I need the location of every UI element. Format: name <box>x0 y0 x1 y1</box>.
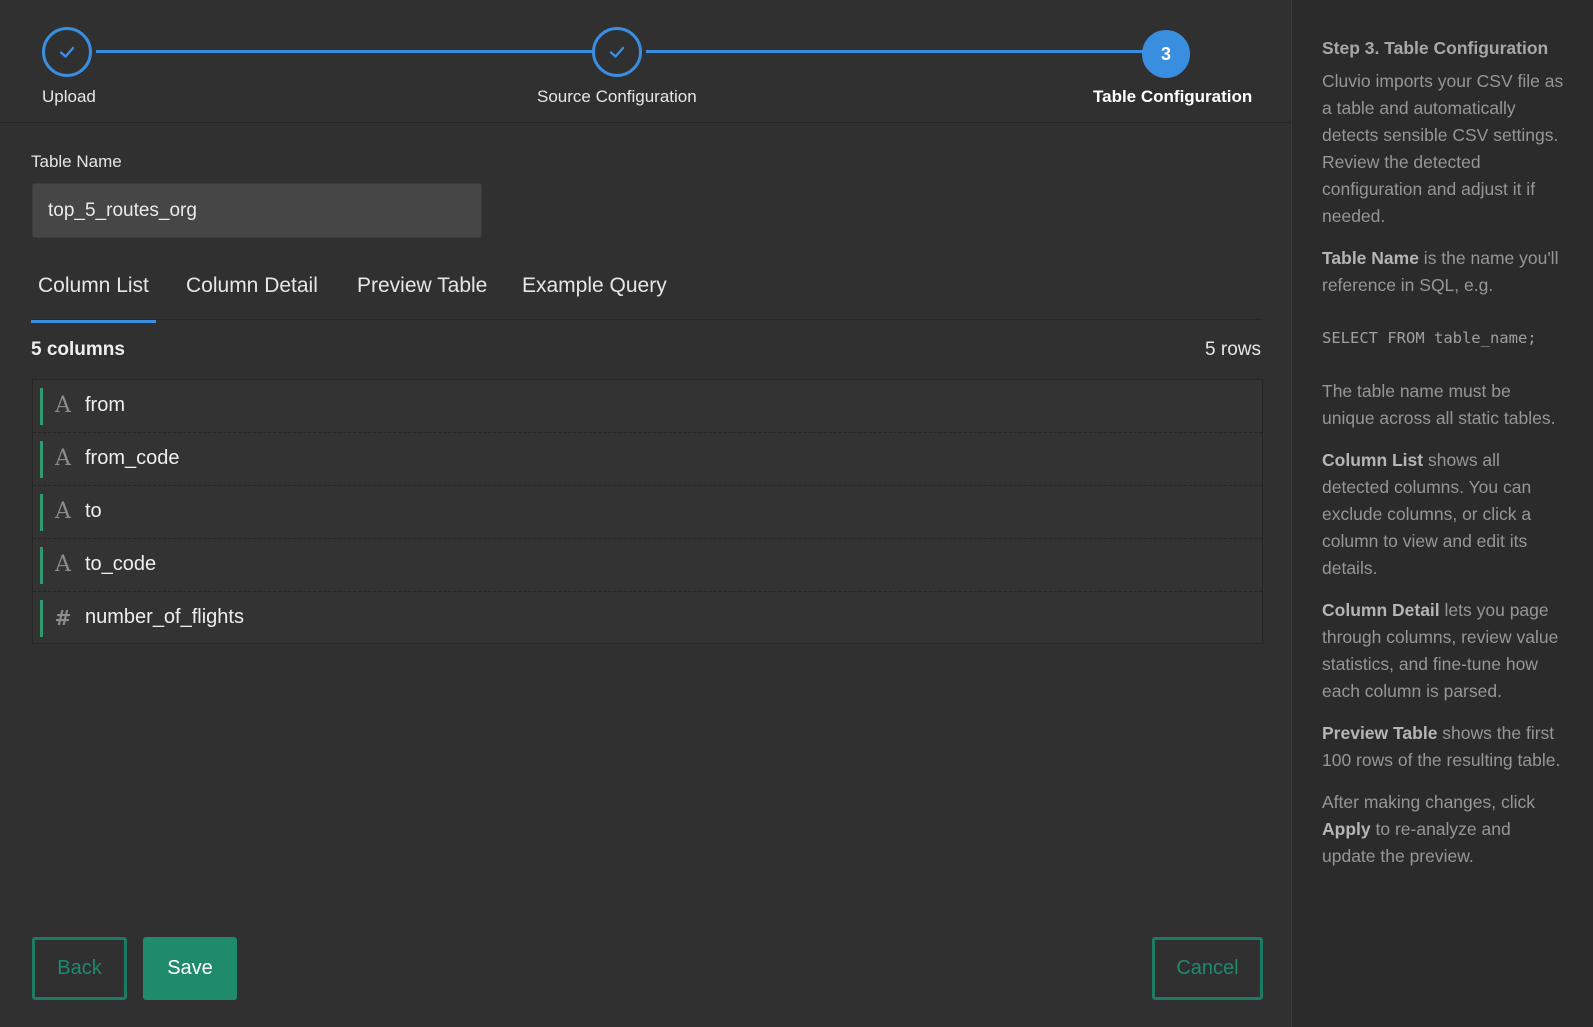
help-apply: After making changes, click Apply to re-… <box>1322 789 1567 870</box>
rows-count: 5 rows <box>1205 339 1261 360</box>
help-text: After making changes, click <box>1322 792 1536 812</box>
column-row[interactable]: A from_code <box>33 433 1262 486</box>
table-name-input[interactable] <box>32 183 482 238</box>
table-name-label: Table Name <box>31 152 122 171</box>
help-preview-table: Preview Table shows the first 100 rows o… <box>1322 720 1567 774</box>
help-term: Preview Table <box>1322 723 1438 743</box>
column-included-indicator <box>40 547 43 584</box>
text-type-icon: A <box>55 393 71 418</box>
step-connector <box>646 50 1160 53</box>
column-included-indicator <box>40 388 43 425</box>
column-included-indicator <box>40 441 43 478</box>
column-name: to_code <box>85 553 157 575</box>
main-panel: Upload Source Configuration 3 Table Conf… <box>0 0 1292 1027</box>
column-included-indicator <box>40 600 43 637</box>
help-table-name: Table Name is the name you'll reference … <box>1322 245 1567 299</box>
column-name: from_code <box>85 447 180 469</box>
number-type-icon: # <box>54 606 72 630</box>
help-term: Apply <box>1322 819 1371 839</box>
help-intro: Cluvio imports your CSV file as a table … <box>1322 71 1564 226</box>
help-sql-example: SELECT FROM table_name; <box>1322 329 1537 347</box>
save-button[interactable]: Save <box>143 937 237 1000</box>
help-column-detail: Column Detail lets you page through colu… <box>1322 597 1567 705</box>
help-unique: The table name must be unique across all… <box>1322 381 1556 428</box>
column-list: A from A from_code A to A to_code # numb… <box>32 379 1263 644</box>
tab-column-list[interactable]: Column List <box>31 274 156 323</box>
help-sidebar: Step 3. Table Configuration Cluvio impor… <box>1322 35 1567 885</box>
step-upload-label: Upload <box>42 87 96 106</box>
help-term: Column List <box>1322 450 1424 470</box>
column-name: from <box>85 394 125 416</box>
step-upload-check-icon[interactable] <box>42 27 92 77</box>
wizard-stepper: Upload Source Configuration 3 Table Conf… <box>0 0 1291 123</box>
text-type-icon: A <box>55 552 71 577</box>
help-term: Table Name <box>1322 248 1419 268</box>
tab-example-query[interactable]: Example Query <box>515 274 674 320</box>
column-included-indicator <box>40 494 43 531</box>
step-connector <box>96 50 592 53</box>
help-title: Step 3. Table Configuration <box>1322 38 1549 58</box>
column-row[interactable]: A to <box>33 486 1262 539</box>
help-column-list: Column List shows all detected columns. … <box>1322 447 1567 582</box>
step-source-check-icon[interactable] <box>592 27 642 77</box>
back-button[interactable]: Back <box>32 937 127 1000</box>
step-source-label: Source Configuration <box>537 87 697 106</box>
step-table-number: 3 <box>1142 30 1190 78</box>
text-type-icon: A <box>55 446 71 471</box>
text-type-icon: A <box>55 499 71 524</box>
column-row[interactable]: # number_of_flights <box>33 592 1262 645</box>
tab-preview-table[interactable]: Preview Table <box>350 274 494 320</box>
column-row[interactable]: A to_code <box>33 539 1262 592</box>
column-row[interactable]: A from <box>33 380 1262 433</box>
tab-column-detail[interactable]: Column Detail <box>179 274 325 320</box>
column-name: number_of_flights <box>85 606 244 628</box>
columns-count: 5 columns <box>31 339 125 360</box>
help-term: Column Detail <box>1322 600 1440 620</box>
tab-bar: Column List Column Detail Preview Table … <box>31 262 1262 323</box>
cancel-button[interactable]: Cancel <box>1152 937 1263 1000</box>
column-name: to <box>85 500 102 522</box>
step-table-label: Table Configuration <box>1093 87 1253 106</box>
